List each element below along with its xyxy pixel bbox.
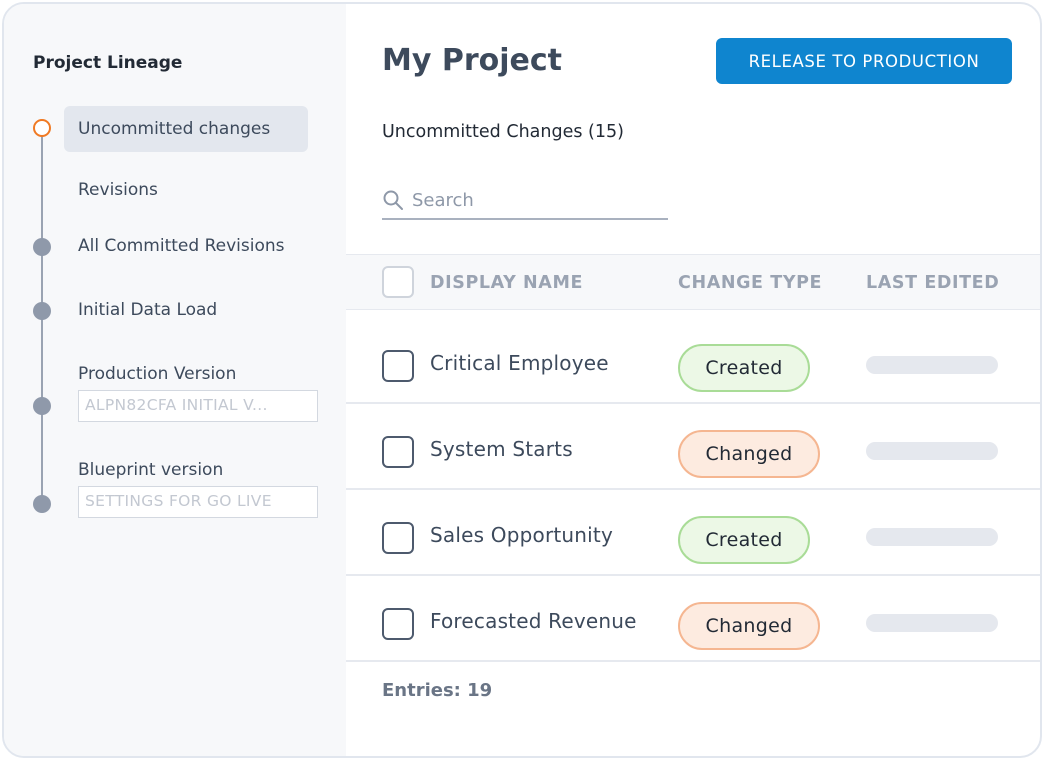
sidebar-item-all-committed-revisions[interactable]: All Committed Revisions	[78, 236, 284, 256]
column-header-display-name[interactable]: DISPLAY NAME	[430, 273, 583, 293]
table-row[interactable]: Critical Employee Created	[346, 318, 1040, 404]
section-subtitle: Uncommitted Changes (15)	[382, 122, 624, 142]
row-display-name: System Starts	[430, 437, 573, 461]
sidebar-item-blueprint-version[interactable]: Blueprint version	[78, 460, 223, 480]
sidebar-title: Project Lineage	[33, 53, 183, 73]
app-window: Project Lineage Uncommitted changes Revi…	[2, 2, 1042, 758]
column-header-change-type[interactable]: CHANGE TYPE	[678, 273, 822, 293]
table-row[interactable]: Forecasted Revenue Changed	[346, 576, 1040, 662]
timeline-dot-icon	[33, 238, 51, 256]
change-type-badge: Changed	[678, 602, 820, 650]
row-checkbox[interactable]	[382, 436, 414, 468]
timeline-dot-icon	[33, 302, 51, 320]
main-panel: My Project RELEASE TO PRODUCTION Uncommi…	[346, 4, 1040, 756]
table-row[interactable]: System Starts Changed	[346, 404, 1040, 490]
select-all-checkbox[interactable]	[382, 266, 414, 298]
current-marker-icon	[33, 119, 51, 137]
row-display-name: Critical Employee	[430, 351, 609, 375]
sidebar-item-production-version[interactable]: Production Version	[78, 364, 236, 384]
last-edited-placeholder	[866, 614, 998, 632]
production-version-field[interactable]: ALPN82CFA INITIAL V...	[78, 390, 318, 422]
change-type-badge: Created	[678, 344, 810, 392]
page-title: My Project	[382, 43, 562, 78]
search-icon	[383, 190, 403, 210]
search-bar	[382, 184, 668, 220]
last-edited-placeholder	[866, 356, 998, 374]
last-edited-placeholder	[866, 442, 998, 460]
release-to-production-button[interactable]: RELEASE TO PRODUCTION	[716, 38, 1012, 84]
row-display-name: Sales Opportunity	[430, 523, 614, 547]
timeline-dot-icon	[33, 495, 51, 513]
timeline-dot-icon	[33, 397, 51, 415]
row-display-name: Forecasted Revenue	[430, 609, 637, 633]
change-type-badge: Created	[678, 516, 810, 564]
row-checkbox[interactable]	[382, 522, 414, 554]
blueprint-version-field[interactable]: SETTINGS FOR GO LIVE	[78, 486, 318, 518]
sidebar-item-initial-data-load[interactable]: Initial Data Load	[78, 300, 217, 320]
row-checkbox[interactable]	[382, 608, 414, 640]
table-row[interactable]: Sales Opportunity Created	[346, 490, 1040, 576]
sidebar-item-revisions[interactable]: Revisions	[78, 180, 158, 200]
entries-count: Entries: 19	[382, 680, 493, 701]
project-lineage-sidebar: Project Lineage Uncommitted changes Revi…	[4, 4, 346, 756]
search-input[interactable]	[412, 184, 662, 216]
change-type-badge: Changed	[678, 430, 820, 478]
column-header-last-edited[interactable]: LAST EDITED	[866, 273, 999, 293]
sidebar-item-uncommitted-changes[interactable]: Uncommitted changes	[64, 106, 308, 152]
last-edited-placeholder	[866, 528, 998, 546]
table-header: DISPLAY NAME CHANGE TYPE LAST EDITED	[346, 254, 1040, 310]
row-checkbox[interactable]	[382, 350, 414, 382]
